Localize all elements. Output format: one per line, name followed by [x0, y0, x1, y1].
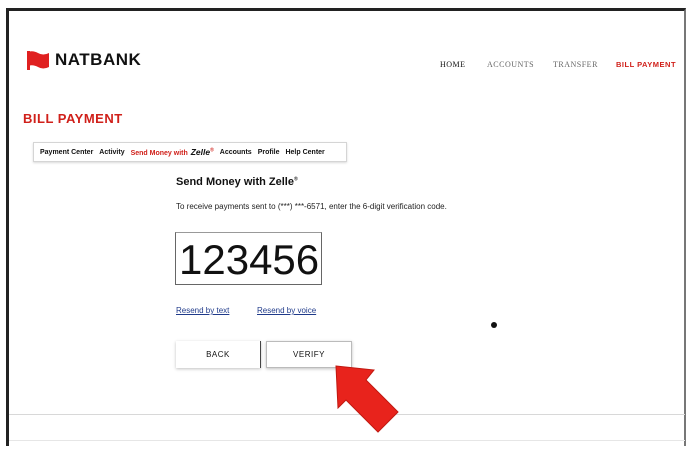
red-arrow-icon: [334, 362, 400, 439]
flag-logo-icon: [26, 50, 50, 70]
zelle-logo: Zelle: [190, 147, 211, 157]
back-button[interactable]: BACK: [176, 341, 261, 368]
subnav-accounts[interactable]: Accounts: [220, 149, 252, 156]
sub-nav: Payment Center Activity Send Money with …: [33, 142, 347, 162]
page-title: BILL PAYMENT: [23, 111, 123, 126]
dot-icon: [491, 322, 497, 328]
verification-code-input[interactable]: 123456: [175, 232, 322, 285]
resend-by-text-link[interactable]: Resend by text: [176, 306, 229, 315]
subnav-send-money-label: Send Money with: [130, 150, 188, 157]
nav-transfer[interactable]: TRANSFER: [553, 60, 598, 69]
resend-by-voice-link[interactable]: Resend by voice: [257, 306, 316, 315]
section-title-text: Send Money with Zelle: [176, 176, 294, 188]
nav-home[interactable]: HOME: [440, 60, 466, 69]
nav-bill-payment[interactable]: BILL PAYMENT: [616, 60, 676, 69]
section-title: Send Money with Zelle®: [176, 176, 298, 188]
nav-accounts[interactable]: ACCOUNTS: [487, 60, 534, 69]
brand-logo[interactable]: NATBANK: [26, 50, 141, 70]
instructions-text: To receive payments sent to (***) ***-65…: [176, 202, 447, 211]
subnav-payment-center[interactable]: Payment Center: [40, 149, 93, 156]
subnav-profile[interactable]: Profile: [258, 149, 280, 156]
subnav-send-money[interactable]: Send Money with Zelle®: [131, 147, 214, 157]
subnav-help-center[interactable]: Help Center: [285, 149, 324, 156]
subnav-activity[interactable]: Activity: [99, 149, 124, 156]
divider: [9, 440, 685, 441]
brand-name: NATBANK: [55, 50, 142, 69]
